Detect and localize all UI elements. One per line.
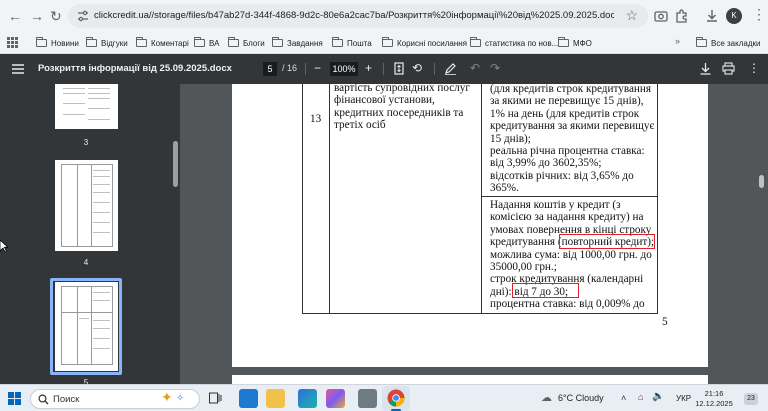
more-bookmarks-icon[interactable]: » — [675, 36, 680, 46]
clock[interactable]: 21:16 12.12.2025 — [694, 389, 734, 409]
language-indicator[interactable]: УКР — [676, 394, 691, 403]
bookmark-star-icon[interactable]: ☆ — [625, 7, 638, 24]
screenshot-icon[interactable] — [653, 8, 669, 24]
main-scrollbar[interactable] — [759, 175, 764, 188]
apps-grid-icon[interactable] — [7, 37, 18, 48]
extensions-icon[interactable] — [674, 8, 690, 24]
bookmarks-bar: Новини Відгуки Коментарі ВА Блоги Завдан… — [0, 32, 768, 54]
bookmark-komentari[interactable]: Коментарі — [136, 35, 189, 51]
weather-cloud-icon: ☁ — [541, 392, 552, 404]
sidebar-scrollbar[interactable] — [173, 141, 178, 187]
print-icon[interactable] — [722, 62, 735, 75]
edge-icon[interactable] — [298, 389, 317, 408]
weather-text[interactable]: 6°C Cloudy — [558, 393, 604, 403]
download-icon[interactable] — [704, 8, 720, 24]
chevron-up-icon[interactable]: ˄ — [621, 393, 626, 403]
folder-icon — [228, 37, 239, 47]
red-highlight-box — [512, 283, 579, 298]
microsoft-store-icon[interactable] — [239, 389, 258, 408]
page-total: / 16 — [282, 63, 298, 73]
app-icon[interactable] — [358, 389, 377, 408]
site-info-icon[interactable] — [76, 9, 90, 23]
divider — [305, 63, 306, 75]
folder-icon — [558, 37, 569, 47]
folder-icon — [86, 37, 97, 47]
pdf-page: 13 вартість супровідних послуг фінансової… — [232, 82, 708, 367]
all-bookmarks[interactable]: Все закладки — [696, 35, 760, 51]
thumbnail-page-4[interactable] — [55, 160, 118, 251]
annotate-pen-icon[interactable] — [444, 62, 457, 75]
rate-cell-top: (для кредитів строк кредитування за якими… — [490, 83, 655, 195]
divider — [434, 63, 435, 75]
windows-taskbar: Поиск ✦ ✧ ☁ 6°C Cloudy ˄ ⌂ 🔈 УКР 21:16 1… — [0, 384, 768, 411]
bookmark-zavdannia[interactable]: Завдання — [272, 35, 323, 51]
thumbnail-label: 3 — [83, 138, 89, 147]
reload-icon[interactable]: ↻ — [50, 9, 62, 23]
folder-icon — [696, 37, 707, 47]
sparkle-icon: ✧ — [176, 393, 185, 404]
bookmark-vidguky[interactable]: Відгуки — [86, 35, 128, 51]
pdf-more-icon[interactable]: ⋮ — [748, 61, 760, 75]
browser-toolbar: ← → ↻ clickcredit.ua//storage/files/b47a… — [0, 0, 768, 32]
page-number: 5 — [662, 316, 668, 328]
thumbnail-page-3[interactable] — [55, 84, 118, 129]
url-text[interactable]: clickcredit.ua//storage/files/b47ab27d-3… — [94, 9, 614, 23]
zoom-in-icon[interactable]: + — [365, 61, 372, 75]
bookmark-poshta[interactable]: Пошта — [332, 35, 372, 51]
notification-badge[interactable]: 23 — [744, 393, 758, 405]
profile-avatar[interactable]: K — [726, 8, 742, 24]
search-icon — [38, 394, 49, 405]
bookmark-va[interactable]: ВА — [194, 35, 219, 51]
search-highlight-icon: ✦ — [161, 389, 173, 405]
pdf-title: Розкриття інформації від 25.09.2025.docx — [38, 63, 232, 74]
taskbar-search[interactable]: Поиск ✦ ✧ — [30, 389, 200, 409]
chrome-icon — [387, 389, 405, 407]
divider — [383, 63, 384, 75]
volume-icon[interactable]: 🔈 — [652, 391, 664, 402]
pdf-toolbar: Розкриття інформації від 25.09.2025.docx… — [0, 54, 768, 84]
fit-page-icon[interactable] — [394, 62, 404, 75]
windows-start-icon[interactable] — [8, 392, 21, 405]
rotate-icon[interactable]: ⟲ — [412, 61, 422, 75]
thumbnail-page-5[interactable] — [55, 282, 118, 371]
bookmark-statystyka[interactable]: статистика по нов... — [470, 35, 558, 51]
row-number: 13 — [310, 113, 322, 125]
redo-icon[interactable]: ↷ — [490, 61, 500, 75]
folder-icon — [470, 37, 481, 47]
service-cost-cell: вартість супровідних послуг фінансової ус… — [334, 82, 470, 132]
page-number-input[interactable]: 5 — [263, 62, 277, 76]
copilot-icon[interactable] — [326, 389, 345, 408]
red-highlight-box — [559, 234, 655, 249]
file-explorer-icon[interactable] — [266, 389, 285, 408]
menu-kebab-icon[interactable]: ⋮ — [752, 7, 766, 21]
address-bar[interactable]: clickcredit.ua//storage/files/b47ab27d-3… — [68, 4, 648, 28]
zoom-input[interactable]: 100% — [330, 62, 358, 76]
download-pdf-icon[interactable] — [699, 62, 712, 75]
bookmark-mfo[interactable]: МФО — [558, 35, 592, 51]
zoom-out-icon[interactable]: − — [314, 61, 321, 75]
folder-icon — [382, 37, 393, 47]
next-pdf-page — [232, 375, 708, 384]
forward-icon[interactable]: → — [30, 9, 44, 23]
mouse-cursor-icon — [0, 240, 8, 252]
folder-icon — [194, 37, 205, 47]
thumbnail-label: 4 — [83, 258, 89, 267]
network-icon[interactable]: ⌂ — [638, 392, 643, 402]
folder-icon — [272, 37, 283, 47]
chrome-taskbar-active[interactable] — [382, 386, 410, 411]
undo-icon[interactable]: ↶ — [470, 61, 480, 75]
folder-icon — [332, 37, 343, 47]
folder-icon — [136, 37, 147, 47]
task-view-icon[interactable] — [209, 392, 222, 404]
back-icon[interactable]: ← — [8, 9, 22, 23]
hamburger-menu-icon[interactable] — [12, 64, 24, 74]
folder-icon — [36, 37, 47, 47]
bookmark-novyny[interactable]: Новини — [36, 35, 79, 51]
bookmark-blogy[interactable]: Блоги — [228, 35, 265, 51]
bookmark-korysni[interactable]: Корисні посилання — [382, 35, 467, 51]
